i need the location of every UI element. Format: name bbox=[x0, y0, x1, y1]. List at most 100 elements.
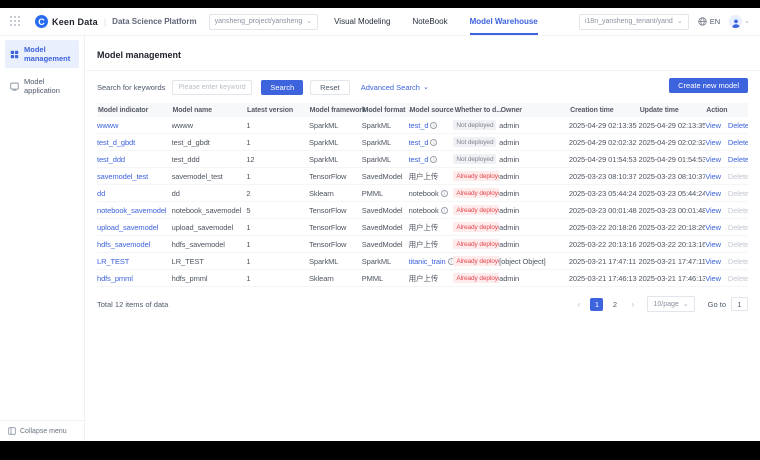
model-indicator-link[interactable]: LR_TEST bbox=[97, 257, 129, 266]
page-size-select[interactable]: 10/page⌄ bbox=[647, 296, 694, 312]
model-application-icon bbox=[10, 82, 19, 91]
info-icon: i bbox=[441, 190, 448, 197]
page-button-2[interactable]: 2 bbox=[608, 298, 621, 311]
chevron-down-icon: ⌄ bbox=[744, 18, 750, 25]
column-header-4[interactable]: Model format⌄ bbox=[362, 107, 409, 114]
model-indicator-link[interactable]: test_ddd bbox=[97, 155, 125, 164]
sidebar-item-label: Model management bbox=[24, 45, 74, 63]
model-indicator-link[interactable]: notebook_savemodel bbox=[97, 206, 167, 215]
model-format-cell: SavedModel bbox=[362, 240, 409, 249]
model-framework-cell: Sklearn bbox=[309, 274, 362, 283]
delete-action-link[interactable]: Delete bbox=[728, 155, 748, 164]
model-source-link[interactable]: test_d bbox=[409, 155, 429, 164]
create-new-model-button[interactable]: Create new model bbox=[669, 78, 748, 93]
table-row: dddd2SklearnPMMLnotebookiAlready deploye… bbox=[97, 185, 748, 202]
nav-item-notebook[interactable]: NoteBook bbox=[412, 8, 447, 35]
model-indicator-link[interactable]: hdfs_savemodel bbox=[97, 240, 150, 249]
chevron-down-icon: ⌄ bbox=[423, 84, 429, 91]
goto-page-input[interactable] bbox=[731, 297, 748, 311]
advanced-search-link[interactable]: Advanced Search ⌄ bbox=[361, 83, 429, 92]
owner-cell: [object Object] bbox=[499, 257, 569, 266]
view-action-link[interactable]: View bbox=[705, 155, 721, 164]
model-indicator-link[interactable]: dd bbox=[97, 189, 105, 198]
model-source-link[interactable]: titanic_train bbox=[409, 257, 446, 266]
view-action-link[interactable]: View bbox=[705, 138, 721, 147]
sidebar-item-label: Model application bbox=[24, 77, 74, 95]
model-source-text: 用户上传 bbox=[409, 273, 439, 284]
sidebar-item-model-management[interactable]: Model management bbox=[5, 40, 79, 68]
model-source-cell: 用户上传 bbox=[409, 239, 454, 250]
model-indicator-link[interactable]: wwww bbox=[97, 121, 118, 130]
deploy-status-cell: Not deployed… bbox=[453, 137, 499, 147]
action-cell: ViewDelete bbox=[705, 240, 748, 249]
model-indicator-cell: hdfs_pmml bbox=[97, 274, 172, 283]
reset-button[interactable]: Reset bbox=[310, 80, 350, 95]
model-name-cell: test_d_gbdt bbox=[172, 138, 247, 147]
search-button[interactable]: Search bbox=[261, 80, 303, 95]
table-row: hdfs_pmmlhdfs_pmml1SklearnPMML用户上传Alread… bbox=[97, 270, 748, 287]
model-source-link[interactable]: test_d bbox=[409, 138, 429, 147]
owner-cell: admin bbox=[499, 274, 569, 283]
language-switcher[interactable]: EN bbox=[698, 17, 720, 26]
column-header-label: Model format bbox=[363, 107, 406, 114]
owner-cell: admin bbox=[499, 155, 569, 164]
apps-grid-icon[interactable] bbox=[10, 16, 21, 27]
prev-page-button[interactable]: ‹ bbox=[572, 298, 585, 311]
latest-version-cell: 5 bbox=[246, 206, 309, 215]
model-source-cell: titanic_traini bbox=[409, 257, 454, 266]
model-indicator-link[interactable]: test_d_gbdt bbox=[97, 138, 135, 147]
model-indicator-cell: notebook_savemodel bbox=[97, 206, 172, 215]
globe-icon bbox=[698, 17, 707, 26]
user-menu[interactable]: ⌄ bbox=[729, 15, 750, 28]
model-framework-cell: SparkML bbox=[309, 121, 362, 130]
tenant-select[interactable]: i18n_yansheng_tenant/yand ⌄ bbox=[579, 14, 689, 30]
nav-item-visual-modeling[interactable]: Visual Modeling bbox=[334, 8, 390, 35]
view-action-link[interactable]: View bbox=[705, 257, 721, 266]
column-header-label: Owner bbox=[501, 107, 522, 114]
platform-label: Data Science Platform bbox=[112, 17, 196, 26]
deploy-status-cell: Not deployed… bbox=[453, 120, 499, 130]
owner-cell: admin bbox=[499, 223, 569, 232]
collapse-menu-button[interactable]: Collapse menu bbox=[0, 420, 84, 441]
model-source-text: notebook bbox=[409, 206, 439, 215]
sidebar-item-model-application[interactable]: Model application bbox=[5, 72, 79, 100]
delete-action-link[interactable]: Delete bbox=[728, 121, 748, 130]
delete-action-link[interactable]: Delete bbox=[728, 138, 748, 147]
update-time-cell: 2025-03-22 20:18:26 bbox=[639, 223, 706, 232]
model-indicator-link[interactable]: hdfs_pmml bbox=[97, 274, 133, 283]
model-indicator-link[interactable]: savemodel_test bbox=[97, 172, 148, 181]
page-button-1[interactable]: 1 bbox=[590, 298, 603, 311]
column-header-3[interactable]: Model framework⌄ bbox=[309, 107, 362, 114]
model-name-cell: hdfs_pmml bbox=[172, 274, 247, 283]
view-action-link[interactable]: View bbox=[705, 121, 721, 130]
info-icon: i bbox=[441, 207, 448, 214]
delete-action-link: Delete bbox=[728, 189, 748, 198]
owner-cell: admin bbox=[499, 206, 569, 215]
project-select[interactable]: yansheng_project/yansheng ⌄ bbox=[209, 14, 318, 30]
model-source-cell: 用户上传 bbox=[409, 171, 454, 182]
view-action-link[interactable]: View bbox=[705, 189, 721, 198]
action-cell: ViewDelete bbox=[705, 206, 748, 215]
owner-cell: admin bbox=[499, 189, 569, 198]
search-input[interactable] bbox=[172, 80, 252, 95]
next-page-button[interactable]: › bbox=[626, 298, 639, 311]
pagination: ‹12›10/page⌄Go to bbox=[572, 296, 748, 312]
view-action-link[interactable]: View bbox=[705, 274, 721, 283]
latest-version-cell: 1 bbox=[246, 257, 309, 266]
update-time-cell: 2025-03-23 08:10:37 bbox=[639, 172, 706, 181]
view-action-link[interactable]: View bbox=[705, 206, 721, 215]
view-action-link[interactable]: View bbox=[705, 240, 721, 249]
update-time-cell: 2025-03-21 17:46:13 bbox=[639, 274, 706, 283]
model-indicator-link[interactable]: upload_savemodel bbox=[97, 223, 158, 232]
column-header-label: Whether to d... bbox=[455, 107, 502, 114]
delete-action-link: Delete bbox=[728, 223, 748, 232]
view-action-link[interactable]: View bbox=[705, 223, 721, 232]
model-name-cell: dd bbox=[172, 189, 247, 198]
info-icon: i bbox=[430, 156, 437, 163]
view-action-link[interactable]: View bbox=[705, 172, 721, 181]
model-format-cell: SparkML bbox=[362, 121, 409, 130]
nav-item-model-warehouse[interactable]: Model Warehouse bbox=[470, 8, 538, 35]
column-header-5[interactable]: Model source⌄ bbox=[409, 107, 454, 114]
latest-version-cell: 1 bbox=[246, 223, 309, 232]
model-source-link[interactable]: test_d bbox=[409, 121, 429, 130]
